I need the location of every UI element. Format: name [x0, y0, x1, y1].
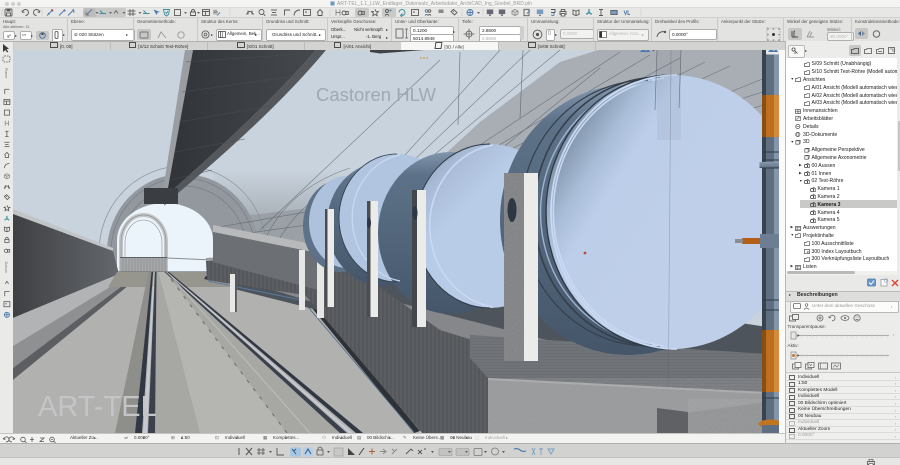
svg-text:Planer: Planer	[4, 68, 8, 79]
svg-text:Dokum: Dokum	[4, 262, 8, 273]
svg-text:ART-TEL: ART-TEL	[38, 391, 157, 423]
svg-text:Castoren HLW: Castoren HLW	[316, 84, 436, 105]
